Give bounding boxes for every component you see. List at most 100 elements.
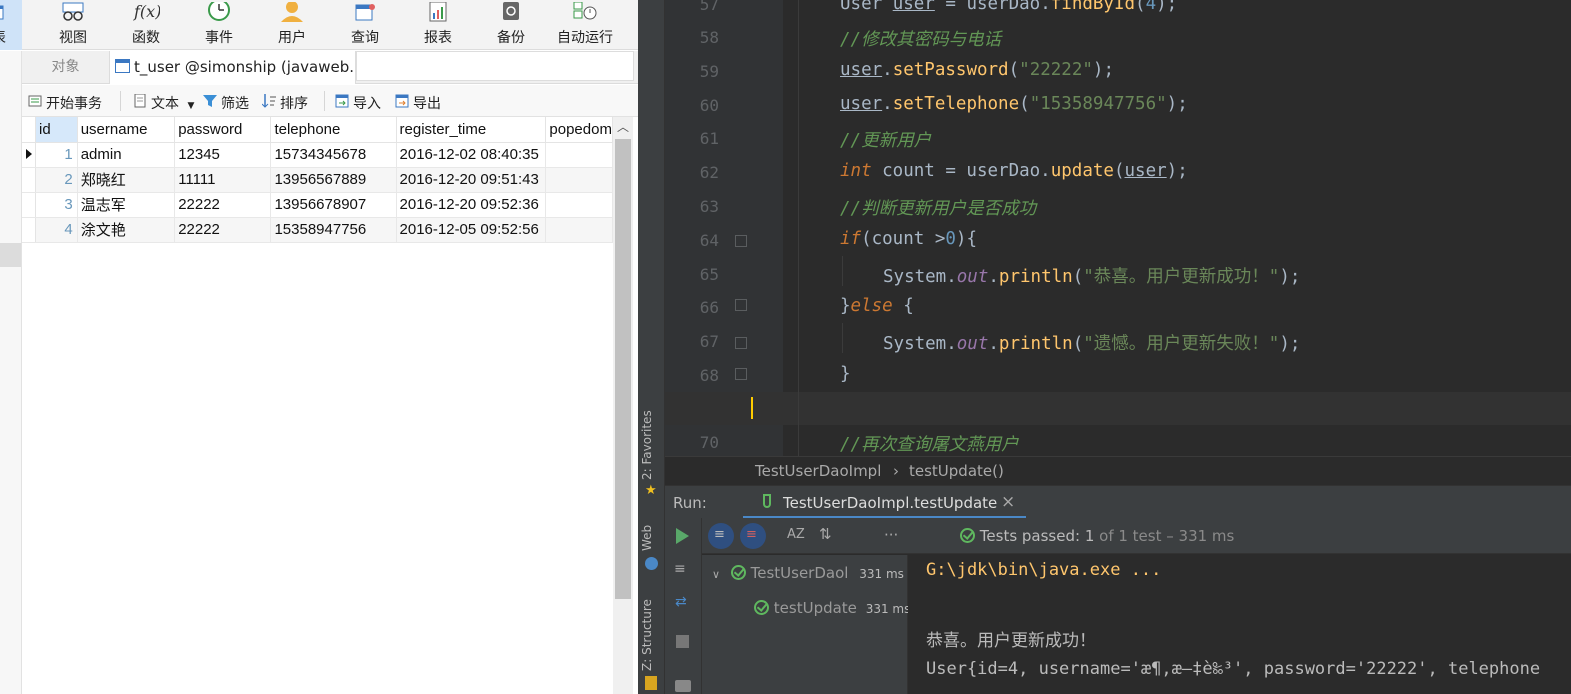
code-line-67: System.out.println("遗憾。用户更新失败！"); [883, 334, 1301, 354]
table-cell[interactable]: 13956567889 [270, 167, 397, 193]
table-row[interactable]: 3 温志军 22222 13956678907 2016-12-20 09:52… [22, 192, 613, 218]
soft-wrap-icon[interactable]: ≡ [674, 561, 686, 577]
run-tool-header: Run: TestUserDaoImpl.testUpdate × [665, 485, 1571, 519]
table-cell[interactable]: 15358947756 [270, 217, 397, 243]
table-cell[interactable]: 4 [35, 217, 78, 243]
code-editor[interactable]: 57 58 59 60 61 62 63 64 65 66 67 68 69 7… [665, 0, 1571, 456]
tab-objects[interactable]: 对象 [22, 51, 110, 84]
line-number: 61 [699, 129, 719, 148]
table-cell[interactable]: 2016-12-05 09:52:56 [396, 217, 547, 243]
sort-alpha-icon[interactable]: AZ [787, 527, 805, 542]
table-cell[interactable]: 3 [35, 192, 78, 218]
toolbar-report-button[interactable]: 报表 [405, 0, 471, 50]
column-header[interactable]: username [77, 117, 176, 143]
table-cell[interactable]: 1 [35, 142, 78, 168]
table-cell[interactable]: 22222 [174, 217, 272, 243]
run-label: Run: [673, 494, 707, 512]
table-cell[interactable]: 12345 [174, 142, 272, 168]
fold-marker-icon[interactable] [735, 235, 747, 247]
filter-label: 筛选 [221, 96, 249, 112]
tree-item-test[interactable]: testUpdate 331 ms [754, 599, 910, 623]
console-output[interactable]: G:\jdk\bin\java.exe ... 恭喜。用户更新成功！ User{… [908, 555, 1571, 694]
toolbar-schedule-button[interactable]: 自动运行 [551, 0, 619, 50]
export-button[interactable]: 导出 [395, 93, 441, 113]
fold-marker-icon[interactable] [735, 337, 747, 349]
transaction-icon [28, 94, 42, 108]
object-tree-strip[interactable] [0, 51, 22, 694]
import-label: 导入 [353, 96, 381, 112]
toolbar-view-button[interactable]: 视图 [40, 0, 106, 50]
test-runner-toolbar: ≡ ≡ AZ ⇅ ··· Tests passed: 1 of 1 test –… [702, 518, 1571, 554]
web-tool-tab[interactable]: Web [640, 521, 662, 551]
column-header[interactable]: password [174, 117, 272, 143]
scrollbar-thumb[interactable] [615, 139, 631, 599]
line-number: 60 [699, 96, 719, 115]
table-cell[interactable] [545, 142, 613, 168]
show-ignored-icon[interactable]: ≡ [740, 523, 766, 549]
column-header[interactable]: popedom [545, 117, 613, 143]
more-options-icon[interactable]: ··· [884, 526, 898, 544]
table-cell[interactable]: 郑晓红 [77, 167, 176, 193]
table-cell[interactable]: 2016-12-02 08:40:35 [396, 142, 547, 168]
chevron-down-icon: ▼ [187, 101, 195, 111]
console-line: G:\jdk\bin\java.exe ... [926, 560, 1162, 580]
row-indicator [22, 167, 37, 193]
favorites-tool-tab[interactable]: 2: Favorites [640, 408, 662, 480]
column-header[interactable]: telephone [270, 117, 397, 143]
toggle-icon[interactable]: ⇄ [675, 594, 687, 610]
stop-icon[interactable] [676, 635, 689, 648]
sort-label: 排序 [280, 96, 308, 112]
camera-icon[interactable] [675, 680, 691, 692]
begin-transaction-button[interactable]: 开始事务 [28, 93, 102, 113]
table-cell[interactable] [545, 167, 613, 193]
data-grid[interactable]: id username password telephone register_… [22, 117, 613, 694]
rerun-icon[interactable] [676, 528, 689, 544]
toolbar-event-button[interactable]: 事件 [186, 0, 252, 50]
backup-icon [497, 2, 525, 22]
grid-vertical-scrollbar[interactable]: ︿ [613, 117, 633, 694]
table-cell[interactable]: 22222 [174, 192, 272, 218]
line-number: 63 [699, 197, 719, 216]
table-cell[interactable]: 温志军 [77, 192, 176, 218]
table-cell[interactable]: 13956678907 [270, 192, 397, 218]
run-configuration-tab[interactable]: TestUserDaoImpl.testUpdate × [743, 486, 1026, 519]
filter-button[interactable]: 筛选 [203, 93, 249, 113]
column-header[interactable]: register_time [396, 117, 547, 143]
show-passed-icon[interactable]: ≡ [708, 523, 734, 549]
chevron-up-icon[interactable]: ︿ [613, 117, 633, 137]
table-cell[interactable]: 2 [35, 167, 78, 193]
table-cell[interactable]: 15734345678 [270, 142, 397, 168]
tests-passed-prefix: Tests passed: [979, 527, 1085, 545]
import-button[interactable]: 导入 [335, 93, 381, 113]
table-cell[interactable]: 2016-12-20 09:51:43 [396, 167, 547, 193]
table-row[interactable]: 1 admin 12345 15734345678 2016-12-02 08:… [22, 142, 613, 168]
line-number: 68 [699, 366, 719, 385]
sort-duration-icon[interactable]: ⇅ [819, 525, 832, 543]
toolbar-function-button[interactable]: f(x) 函数 [113, 0, 179, 50]
table-cell[interactable]: 2016-12-20 09:52:36 [396, 192, 547, 218]
table-cell[interactable] [545, 192, 613, 218]
structure-tool-tab[interactable]: Z: Structure [640, 597, 662, 671]
tab-t-user[interactable]: t_user @simonship (javaweb... [110, 51, 356, 84]
toolbar-backup-button[interactable]: 备份 [478, 0, 544, 50]
text-button[interactable]: 文本 ▼ [133, 93, 194, 113]
tree-item-suite[interactable]: ∨ TestUserDaol 331 ms [712, 564, 904, 588]
table-cell[interactable]: 涂文艳 [77, 217, 176, 243]
fold-marker-icon[interactable] [735, 368, 747, 380]
breadcrumb-method[interactable]: testUpdate() [909, 462, 1004, 480]
table-cell[interactable] [545, 217, 613, 243]
test-results-tree[interactable]: ∨ TestUserDaol 331 ms testUpdate 331 ms [702, 555, 910, 694]
main-toolbar: 表 视图 f(x) 函数 事件 用户 [0, 0, 638, 50]
toolbar-user-button[interactable]: 用户 [259, 0, 325, 50]
table-cell[interactable]: 11111 [174, 167, 272, 193]
fold-marker-icon[interactable] [735, 299, 747, 311]
table-row[interactable]: 4 涂文艳 22222 15358947756 2016-12-05 09:52… [22, 217, 613, 243]
table-row[interactable]: 2 郑晓红 11111 13956567889 2016-12-20 09:51… [22, 167, 613, 193]
sort-button[interactable]: 排序 [261, 93, 308, 113]
table-cell[interactable]: admin [77, 142, 176, 168]
breadcrumb-class[interactable]: TestUserDaoImpl [755, 462, 881, 480]
toolbar-table-button[interactable]: 表 [0, 0, 22, 50]
close-icon[interactable]: × [1001, 492, 1015, 512]
toolbar-query-button[interactable]: 查询 [332, 0, 398, 50]
column-header[interactable]: id [35, 117, 78, 143]
